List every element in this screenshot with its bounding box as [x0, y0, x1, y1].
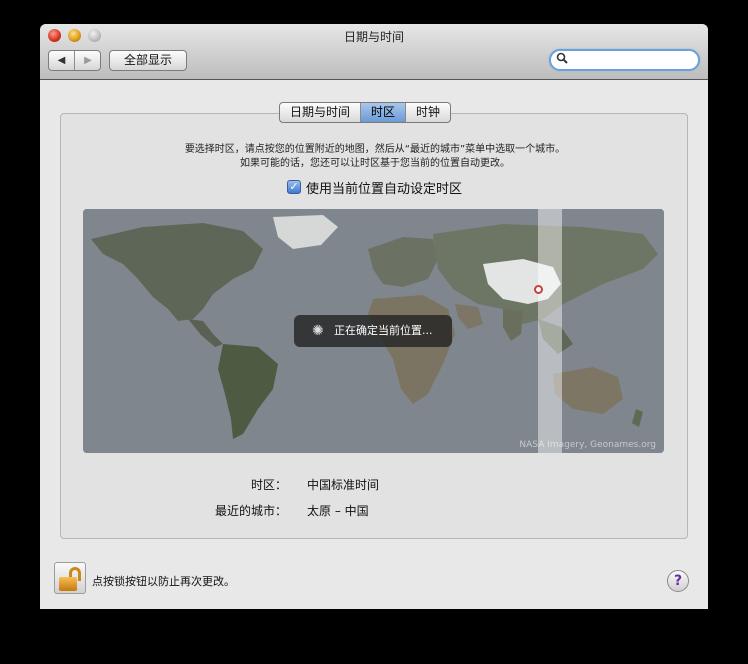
timezone-label: 时区： [250, 478, 287, 492]
back-forward-control: ◀ ▶ [48, 50, 101, 71]
auto-timezone-row: ✓ 使用当前位置自动设定时区 [287, 178, 462, 197]
timezone-value: 中国标准时间 [307, 478, 380, 492]
closest-city-value[interactable]: 太原 – 中国 [307, 502, 369, 519]
locating-status-hud: ✺ 正在确定当前位置... [294, 315, 452, 347]
tab-date-time[interactable]: 日期与时间 [280, 103, 362, 122]
location-pin-icon [534, 285, 543, 294]
closest-city-label: 最近的城市： [214, 504, 287, 518]
search-input[interactable] [549, 49, 700, 71]
tab-bar: 日期与时间 时区 时钟 [279, 102, 452, 123]
preferences-window: 日期与时间 ◀ ▶ 全部显示 日期与时间 时区 时钟 要选择时区，请点按您的位置… [40, 24, 708, 609]
auto-timezone-checkbox[interactable]: ✓ [287, 180, 301, 194]
window-title: 日期与时间 [343, 30, 404, 44]
help-button[interactable]: ? [667, 570, 689, 592]
timezone-panel: 要选择时区，请点按您的位置附近的地图，然后从“最近的城市”菜单中选取一个城市。 … [60, 113, 688, 539]
timezone-band-highlight [538, 209, 562, 453]
map-credit: NASA Imagery, Geonames.org [519, 440, 656, 450]
lock-button[interactable] [54, 562, 86, 594]
tab-clock[interactable]: 时钟 [406, 103, 450, 122]
instruction-line-2: 如果可能的话，您还可以让时区基于您当前的位置自动更改。 [240, 158, 510, 169]
magnifier-icon [556, 52, 568, 67]
forward-arrow-icon: ▶ [84, 55, 92, 66]
locating-status-text: 正在确定当前位置... [334, 324, 433, 337]
back-arrow-icon: ◀ [57, 55, 66, 66]
pane-body: 日期与时间 时区 时钟 要选择时区，请点按您的位置附近的地图，然后从“最近的城市… [40, 81, 708, 609]
back-button[interactable]: ◀ [49, 51, 75, 70]
tab-timezone[interactable]: 时区 [361, 103, 407, 122]
show-all-button[interactable]: 全部显示 [109, 50, 187, 71]
titlebar: 日期与时间 ◀ ▶ 全部显示 [40, 24, 708, 80]
instruction-line-1: 要选择时区，请点按您的位置附近的地图，然后从“最近的城市”菜单中选取一个城市。 [184, 144, 566, 155]
auto-timezone-label[interactable]: 使用当前位置自动设定时区 [306, 178, 462, 197]
spinner-icon: ✺ [312, 323, 324, 339]
world-map[interactable]: ✺ 正在确定当前位置... NASA Imagery, Geonames.org [83, 209, 664, 453]
lock-icon [59, 577, 77, 591]
forward-button[interactable]: ▶ [75, 51, 101, 70]
lock-hint-text: 点按锁按钮以防止再次更改。 [92, 575, 235, 588]
